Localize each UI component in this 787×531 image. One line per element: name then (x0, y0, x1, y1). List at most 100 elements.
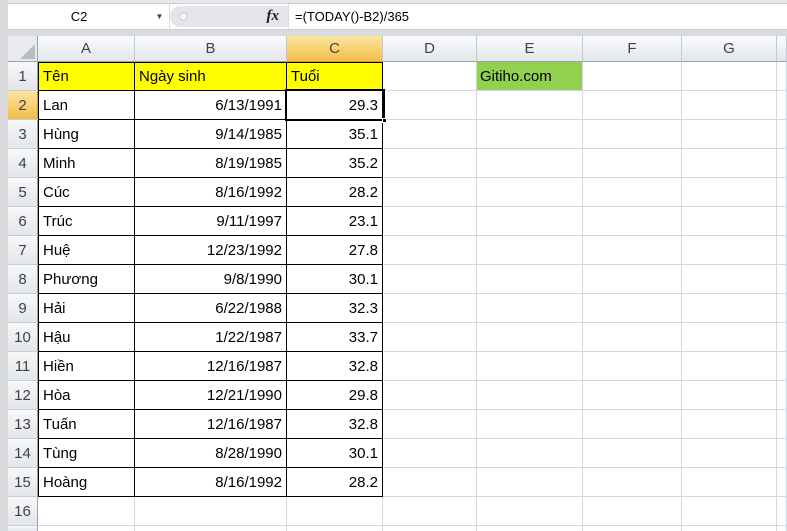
cell-empty[interactable] (583, 236, 682, 265)
formula-bar-gripper-icon[interactable] (179, 12, 188, 21)
cell-empty[interactable] (682, 62, 777, 91)
cell-empty[interactable] (383, 294, 477, 323)
cell-age[interactable]: 29.8 (287, 381, 383, 410)
cell-birthdate[interactable]: 9/14/1985 (135, 120, 287, 149)
cell-empty[interactable] (477, 439, 583, 468)
cell-empty[interactable] (682, 91, 777, 120)
cell-name[interactable]: Minh (38, 149, 135, 178)
row-header[interactable]: 6 (8, 207, 38, 236)
cell-empty[interactable] (383, 352, 477, 381)
cell-name[interactable]: Hùng (38, 120, 135, 149)
row-header[interactable]: 5 (8, 178, 38, 207)
cell-empty[interactable] (477, 91, 583, 120)
cell-empty[interactable] (583, 497, 682, 526)
row-header[interactable]: 3 (8, 120, 38, 149)
cell-name[interactable]: Trúc (38, 207, 135, 236)
cell-name[interactable]: Hậu (38, 323, 135, 352)
cell-age[interactable]: 27.8 (287, 236, 383, 265)
row-header[interactable]: 8 (8, 265, 38, 294)
cell-empty[interactable] (135, 497, 287, 526)
cell-empty[interactable] (477, 410, 583, 439)
column-header-e[interactable]: E (477, 36, 583, 62)
cell-empty[interactable] (383, 265, 477, 294)
cell-empty[interactable] (383, 410, 477, 439)
column-header-b[interactable]: B (135, 36, 287, 62)
cell-age[interactable]: 29.3 (287, 91, 383, 120)
cell-birthdate[interactable]: 6/22/1988 (135, 294, 287, 323)
cell-empty[interactable] (682, 294, 777, 323)
cell-birthdate[interactable]: 12/21/1990 (135, 381, 287, 410)
cell-empty[interactable] (477, 178, 583, 207)
cell-empty[interactable] (583, 62, 682, 91)
cell-empty[interactable] (583, 468, 682, 497)
cell-empty[interactable] (383, 207, 477, 236)
cell-empty[interactable] (477, 207, 583, 236)
cell-empty[interactable] (383, 439, 477, 468)
fill-handle[interactable] (382, 118, 387, 123)
cell-birthdate[interactable]: 12/23/1992 (135, 236, 287, 265)
cell-age[interactable]: 32.8 (287, 352, 383, 381)
cell-empty[interactable] (583, 149, 682, 178)
cell-empty[interactable] (383, 468, 477, 497)
row-header[interactable]: 4 (8, 149, 38, 178)
cell-empty[interactable] (383, 178, 477, 207)
cell-birthdate[interactable]: 1/22/1987 (135, 323, 287, 352)
cell-age[interactable]: 32.8 (287, 410, 383, 439)
cell-empty[interactable] (682, 236, 777, 265)
header-cell-ten[interactable]: Tên (38, 62, 135, 91)
cell-empty[interactable] (38, 497, 135, 526)
cell-birthdate[interactable]: 8/16/1992 (135, 468, 287, 497)
column-header-d[interactable]: D (383, 36, 477, 62)
cell-birthdate[interactable]: 12/16/1987 (135, 352, 287, 381)
cell-birthdate[interactable]: 9/11/1997 (135, 207, 287, 236)
cell-birthdate[interactable]: 8/28/1990 (135, 439, 287, 468)
cell-empty[interactable] (583, 352, 682, 381)
row-header[interactable]: 13 (8, 410, 38, 439)
row-header[interactable]: 12 (8, 381, 38, 410)
cell-empty[interactable] (583, 120, 682, 149)
row-header[interactable]: 1 (8, 62, 38, 91)
column-header-a[interactable]: A (38, 36, 135, 62)
row-header[interactable]: 16 (8, 497, 38, 526)
cell-birthdate[interactable]: 9/8/1990 (135, 265, 287, 294)
cell-empty[interactable] (583, 207, 682, 236)
cell-age[interactable]: 32.3 (287, 294, 383, 323)
cell-empty[interactable] (682, 410, 777, 439)
cell-empty[interactable] (583, 91, 682, 120)
cell-empty[interactable] (583, 410, 682, 439)
cell-empty[interactable] (477, 468, 583, 497)
row-header[interactable]: 7 (8, 236, 38, 265)
row-header[interactable]: 10 (8, 323, 38, 352)
row-header[interactable]: 9 (8, 294, 38, 323)
select-all-corner[interactable] (8, 36, 38, 62)
cell-birthdate[interactable]: 8/19/1985 (135, 149, 287, 178)
cell-empty[interactable] (477, 323, 583, 352)
cell-empty[interactable] (477, 236, 583, 265)
cell-empty[interactable] (583, 439, 682, 468)
insert-function-icon[interactable]: fx (267, 8, 280, 25)
cell-empty[interactable] (287, 497, 383, 526)
row-header[interactable]: 15 (8, 468, 38, 497)
cell-empty[interactable] (583, 178, 682, 207)
cell-empty[interactable] (383, 236, 477, 265)
cell-age[interactable]: 28.2 (287, 468, 383, 497)
cell-empty[interactable] (477, 294, 583, 323)
cell-empty[interactable] (383, 497, 477, 526)
cell-empty[interactable] (477, 497, 583, 526)
cell-name[interactable]: Cúc (38, 178, 135, 207)
cell-name[interactable]: Hoàng (38, 468, 135, 497)
cell-empty[interactable] (583, 323, 682, 352)
cell-name[interactable]: Phương (38, 265, 135, 294)
cell-age[interactable]: 30.1 (287, 439, 383, 468)
cell-name[interactable]: Tùng (38, 439, 135, 468)
cell-age[interactable]: 30.1 (287, 265, 383, 294)
cell-empty[interactable] (583, 294, 682, 323)
cell-empty[interactable] (477, 352, 583, 381)
cell-age[interactable]: 35.1 (287, 120, 383, 149)
cell-empty[interactable] (477, 149, 583, 178)
formula-input[interactable]: =(TODAY()-B2)/365 (288, 4, 787, 29)
cell-empty[interactable] (682, 468, 777, 497)
cell-name[interactable]: Hòa (38, 381, 135, 410)
cell-empty[interactable] (583, 265, 682, 294)
header-cell-ngay-sinh[interactable]: Ngày sinh (135, 62, 287, 91)
